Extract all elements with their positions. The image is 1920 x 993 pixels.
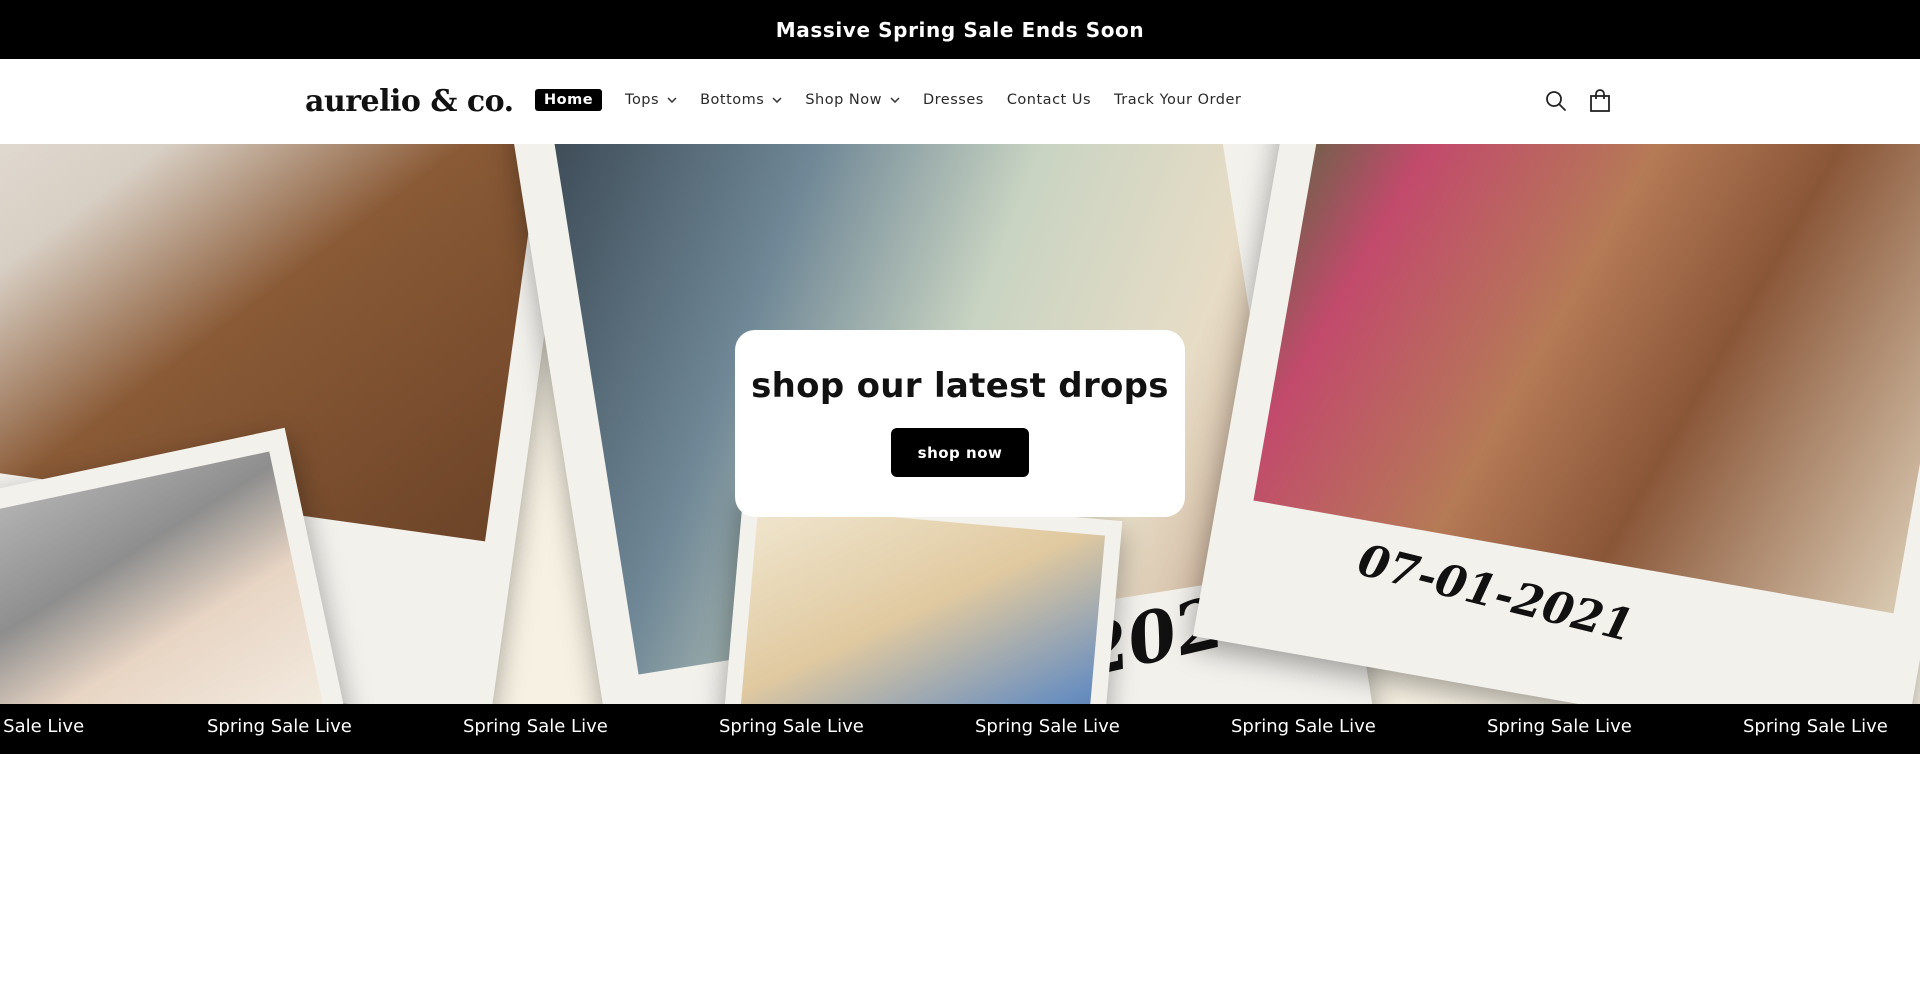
marquee-item: Spring Sale Live <box>1231 716 1376 737</box>
marquee-item: g Sale Live <box>0 716 85 737</box>
polaroid-photo <box>717 488 1123 704</box>
marquee-item: Spring Sale Live <box>975 716 1120 737</box>
brand-logo[interactable]: aurelio & co. <box>305 77 514 125</box>
nav-label: Contact Us <box>1006 92 1092 108</box>
sale-marquee: g Sale Live Spring Sale Live Spring Sale… <box>0 704 1920 754</box>
announcement-text: Massive Spring Sale Ends Soon <box>775 17 1145 42</box>
marquee-item: Spring Sale Live <box>1743 716 1888 737</box>
marquee-item: Spring Sale Live <box>463 716 608 737</box>
nav-item-dresses[interactable]: Dresses <box>923 92 984 108</box>
nav-item-track-your-order[interactable]: Track Your Order <box>1114 92 1241 108</box>
main-nav: Home Tops Bottoms Shop Now Dresses Conta… <box>535 89 1264 111</box>
nav-item-contact-us[interactable]: Contact Us <box>1007 92 1091 108</box>
cta-title: shop our latest drops <box>751 366 1169 406</box>
nav-label: Home <box>544 92 594 108</box>
nav-item-home[interactable]: Home <box>535 89 603 111</box>
nav-label: Track Your Order <box>1114 92 1242 108</box>
marquee-item: Spring Sale Live <box>719 716 864 737</box>
hero-banner[interactable]: 06-17-2 2024 07-01-2021 shop our latest … <box>0 144 1920 704</box>
photo-model-headphones <box>734 505 1106 704</box>
announcement-bar: Massive Spring Sale Ends Soon <box>0 0 1920 59</box>
polaroid-photo: 07-01-2021 <box>1192 144 1920 704</box>
nav-label: Tops <box>625 92 660 108</box>
nav-label: Bottoms <box>700 92 765 108</box>
site-header: aurelio & co. Home Tops Bottoms Shop Now… <box>0 59 1920 145</box>
photo-model-sunglasses <box>1253 144 1920 614</box>
marquee-item: Spring Sale Live <box>1487 716 1632 737</box>
nav-label: Shop Now <box>805 92 882 108</box>
nav-item-bottoms[interactable]: Bottoms <box>700 92 782 108</box>
nav-item-shop-now[interactable]: Shop Now <box>805 92 900 108</box>
photo-model-kitchen <box>0 451 326 704</box>
nav-label: Dresses <box>922 92 984 108</box>
cta-card: shop our latest drops shop now <box>735 330 1185 517</box>
chevron-down-icon <box>772 97 782 103</box>
cart-bag-icon[interactable] <box>1586 87 1614 115</box>
nav-item-tops[interactable]: Tops <box>625 92 677 108</box>
logo-text: aurelio & co. <box>305 83 514 119</box>
search-icon[interactable] <box>1542 87 1570 115</box>
chevron-down-icon <box>890 97 900 103</box>
chevron-down-icon <box>667 97 677 103</box>
marquee-item: Spring Sale Live <box>207 716 352 737</box>
shop-now-button[interactable]: shop now <box>891 428 1029 477</box>
